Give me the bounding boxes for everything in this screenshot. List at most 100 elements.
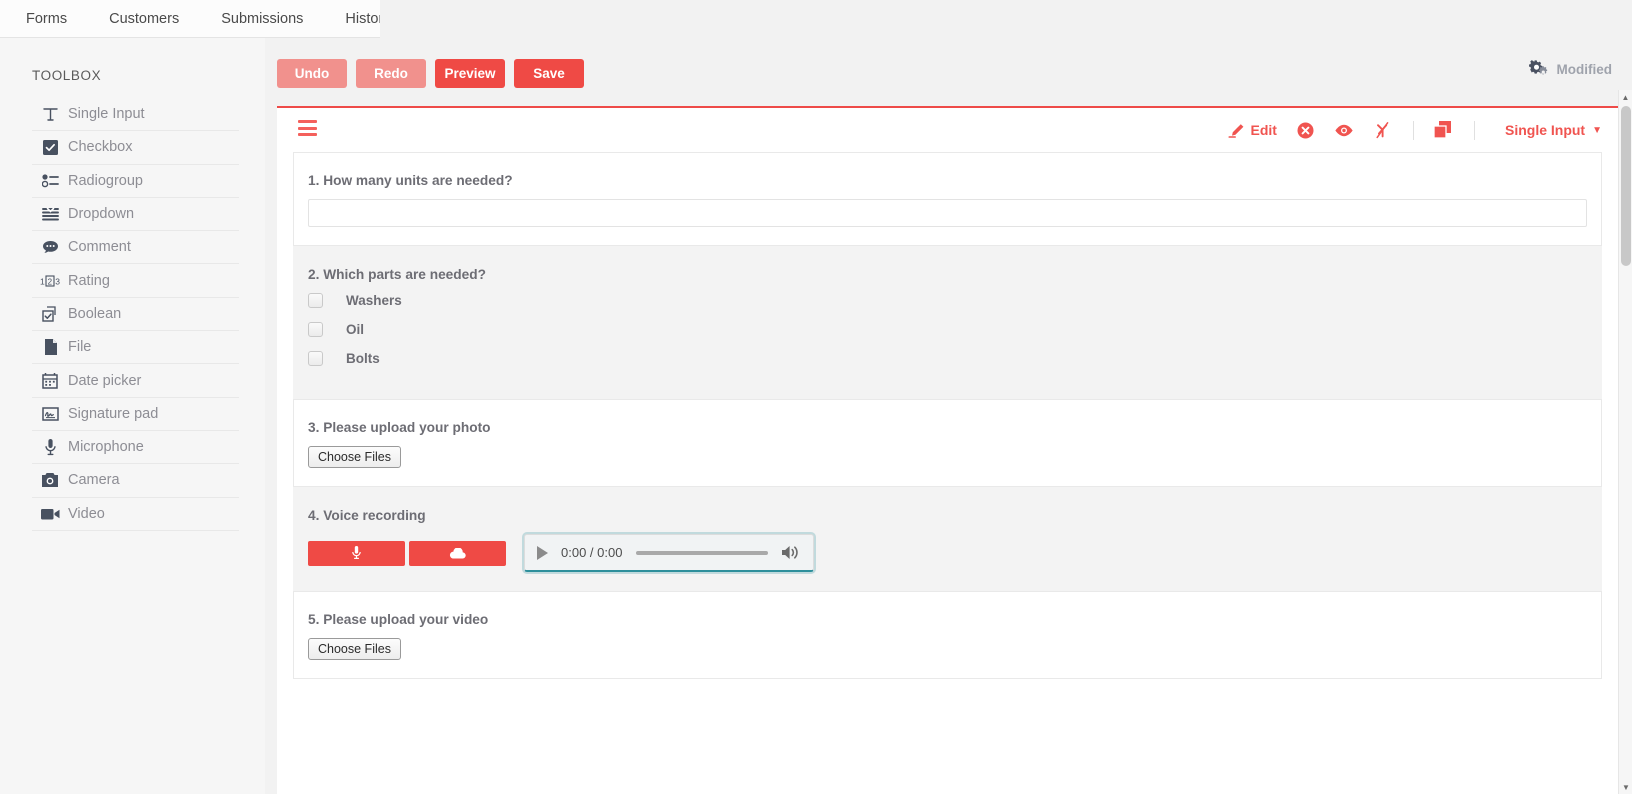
- calendar-icon: [32, 372, 68, 389]
- audio-controls-row: 0:00 / 0:00: [308, 534, 1587, 572]
- svg-text:1: 1: [40, 276, 45, 286]
- designer-surface: Edit Single Input ▼ 1. How many units ar…: [277, 106, 1618, 794]
- edit-label: Edit: [1250, 122, 1277, 138]
- drag-handle-icon[interactable]: [293, 120, 317, 140]
- element-type-dropdown[interactable]: Single Input ▼: [1505, 122, 1602, 138]
- designer-toolbar: Undo Redo Preview Save: [265, 38, 1632, 94]
- choose-files-button-photo[interactable]: Choose Files: [308, 446, 401, 468]
- form-designer-area: Undo Redo Preview Save Modified Edit Sin…: [265, 38, 1632, 794]
- microphone-icon: [32, 438, 68, 456]
- chevron-down-icon: ▼: [1592, 124, 1602, 136]
- top-navigation: Forms Customers Submissions History: [0, 0, 412, 38]
- choose-files-button-video[interactable]: Choose Files: [308, 638, 401, 660]
- upload-button[interactable]: [409, 540, 506, 566]
- audio-progress-bar[interactable]: [636, 550, 768, 555]
- toolbox-label-camera: Camera: [68, 472, 120, 489]
- toolbar-separator-2: [1473, 120, 1475, 140]
- question-4-title: 4. Voice recording: [308, 508, 426, 523]
- delete-button[interactable]: [1297, 122, 1314, 139]
- question-2-title: 2. Which parts are needed?: [308, 267, 486, 282]
- toolbox-label-signature-pad: Signature pad: [68, 405, 159, 422]
- required-toggle-button[interactable]: [1374, 121, 1391, 139]
- audio-player[interactable]: 0:00 / 0:00: [524, 534, 814, 572]
- question-1-title: 1. How many units are needed?: [308, 173, 513, 188]
- duplicate-button[interactable]: [1433, 121, 1452, 139]
- toolbox-item-boolean[interactable]: Boolean: [32, 298, 239, 332]
- toolbox-label-comment: Comment: [68, 239, 131, 256]
- toolbox-item-comment[interactable]: Comment: [32, 231, 239, 265]
- toolbox-item-microphone[interactable]: Microphone: [32, 431, 239, 465]
- nav-item-customers[interactable]: Customers: [88, 0, 201, 37]
- play-icon[interactable]: [537, 545, 548, 560]
- toolbox-label-checkbox: Checkbox: [68, 139, 133, 156]
- toolbox-label-rating: Rating: [68, 272, 110, 289]
- nav-label-customers: Customers: [109, 10, 180, 27]
- preview-button[interactable]: Preview: [435, 58, 505, 88]
- status-badge: Modified: [1528, 60, 1613, 78]
- toolbox-item-file[interactable]: File: [32, 331, 239, 365]
- save-button[interactable]: Save: [514, 58, 584, 88]
- question-1-input[interactable]: [308, 199, 1587, 227]
- toolbox-item-signature-pad[interactable]: Signature pad: [32, 398, 239, 431]
- choice-row-oil[interactable]: Oil: [308, 322, 1587, 337]
- toolbox-item-video[interactable]: Video: [32, 498, 239, 531]
- toolbox-label-single-input: Single Input: [68, 106, 145, 123]
- comment-icon: [32, 240, 68, 254]
- element-type-label: Single Input: [1504, 122, 1586, 138]
- toolbox-item-camera[interactable]: Camera: [32, 464, 239, 498]
- nav-item-submissions[interactable]: Submissions: [200, 0, 325, 37]
- toolbox-panel: TOOLBOX Single Input Checkbox Radiogroup…: [0, 38, 265, 794]
- toolbox-item-radiogroup[interactable]: Radiogroup: [32, 165, 239, 198]
- status-label: Modified: [1556, 61, 1613, 77]
- svg-text:3: 3: [55, 276, 60, 286]
- checkbox-washers[interactable]: [308, 293, 323, 308]
- record-button[interactable]: [308, 540, 405, 566]
- page-header-row: Edit Single Input ▼: [293, 108, 1602, 152]
- checkbox-bolts[interactable]: [308, 351, 323, 366]
- toolbox-item-rating[interactable]: 123 Rating: [32, 264, 239, 298]
- top-navigation-filler: [380, 0, 1632, 38]
- redo-button[interactable]: Redo: [356, 58, 426, 88]
- question-1[interactable]: 1. How many units are needed?: [293, 152, 1602, 246]
- toolbox-item-date-picker[interactable]: Date picker: [32, 364, 239, 398]
- question-5[interactable]: 5. Please upload your video Choose Files: [293, 591, 1602, 679]
- edit-button[interactable]: Edit: [1227, 122, 1277, 138]
- toolbox-label-microphone: Microphone: [68, 439, 144, 456]
- toolbox-label-radiogroup: Radiogroup: [68, 172, 143, 189]
- question-3[interactable]: 3. Please upload your photo Choose Files: [293, 399, 1602, 487]
- element-actions: Edit Single Input ▼: [1208, 120, 1602, 140]
- toolbox-label-date-picker: Date picker: [68, 372, 142, 389]
- scroll-down-arrow[interactable]: ▼: [1619, 780, 1632, 794]
- scrollbar-thumb[interactable]: [1621, 106, 1631, 266]
- undo-button[interactable]: Undo: [277, 58, 347, 88]
- toolbox-item-single-input[interactable]: Single Input: [32, 98, 239, 132]
- question-2[interactable]: 2. Which parts are needed? Washers Oil B…: [293, 246, 1602, 399]
- text-input-icon: [32, 106, 68, 123]
- question-3-title: 3. Please upload your photo: [308, 420, 491, 435]
- svg-text:2: 2: [47, 277, 52, 286]
- audio-time-display: 0:00 / 0:00: [561, 545, 623, 560]
- close-circle-icon: [1297, 122, 1314, 139]
- scroll-up-arrow[interactable]: ▲: [1619, 90, 1632, 104]
- checkbox-icon: [32, 139, 68, 155]
- toolbox-label-boolean: Boolean: [68, 305, 122, 322]
- choice-label-bolts: Bolts: [346, 351, 380, 366]
- question-4[interactable]: 4. Voice recording 0:00 / 0:00: [293, 487, 1602, 591]
- visibility-button[interactable]: [1334, 124, 1354, 137]
- video-icon: [32, 508, 68, 520]
- volume-icon[interactable]: [782, 545, 801, 560]
- checkbox-oil[interactable]: [308, 322, 323, 337]
- rating-icon: 123: [32, 275, 68, 287]
- radiogroup-icon: [32, 173, 68, 188]
- nav-item-forms[interactable]: Forms: [0, 0, 89, 37]
- eye-icon: [1334, 124, 1354, 137]
- gears-icon: [1528, 60, 1551, 78]
- file-icon: [32, 339, 68, 356]
- choice-row-washers[interactable]: Washers: [308, 293, 1587, 308]
- choice-row-bolts[interactable]: Bolts: [308, 351, 1587, 366]
- toolbox-title: TOOLBOX: [32, 68, 102, 83]
- choice-label-washers: Washers: [346, 293, 402, 308]
- toolbox-item-checkbox[interactable]: Checkbox: [32, 131, 239, 165]
- toolbox-item-dropdown[interactable]: Dropdown: [32, 198, 239, 232]
- vertical-scrollbar[interactable]: ▲ ▼: [1618, 90, 1632, 794]
